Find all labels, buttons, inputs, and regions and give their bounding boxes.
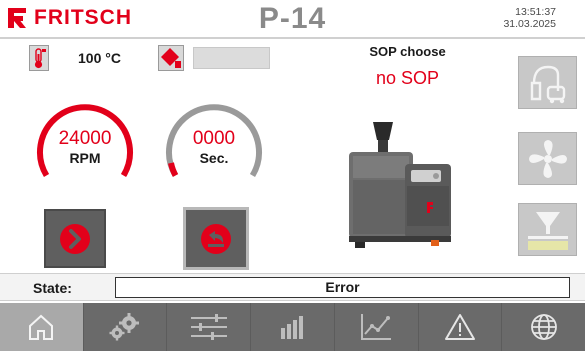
bar-chart-icon <box>280 316 303 339</box>
clock-date: 31.03.2025 <box>503 17 556 30</box>
nav-trends[interactable] <box>335 303 419 351</box>
time-gauge[interactable]: 0000 Sec. <box>159 97 269 207</box>
speed-unit: RPM <box>69 150 101 166</box>
state-label: State: <box>33 280 72 296</box>
funnel-button[interactable] <box>518 203 577 256</box>
clock-time: 13:51:37 <box>515 6 556 18</box>
machine-image <box>349 122 451 248</box>
fan-button[interactable] <box>518 132 577 185</box>
home-icon <box>29 314 54 340</box>
sop-selector[interactable]: no SOP <box>345 68 470 89</box>
time-value: 0000 <box>192 128 236 149</box>
temperature-value: 100 °C <box>78 50 121 66</box>
sop-label: SOP choose <box>369 44 446 59</box>
program-button[interactable] <box>183 207 249 270</box>
nav-settings[interactable] <box>84 303 168 351</box>
sliders-icon <box>190 314 227 340</box>
time-unit: Sec. <box>199 150 229 166</box>
start-button[interactable] <box>44 209 106 268</box>
return-arrow-icon <box>201 223 231 254</box>
nav-language[interactable] <box>502 303 585 351</box>
header-bar: FRITSCH P-14 13:51:37 31.03.2025 <box>0 0 585 39</box>
line-chart-icon <box>361 314 392 340</box>
clock: 13:51:37 31.03.2025 <box>503 6 556 30</box>
speed-value: 24000 <box>58 128 112 149</box>
funnel-sieve-icon <box>527 211 568 250</box>
nav-home[interactable] <box>0 303 84 351</box>
globe-icon <box>530 314 557 340</box>
vacuum-cleaner-icon <box>530 65 565 103</box>
status-field <box>193 47 270 69</box>
settings-gears-icon <box>109 313 140 341</box>
state-value: Error <box>115 277 570 298</box>
thermometer-icon <box>29 45 49 71</box>
warning-diamond-icon <box>158 45 184 71</box>
nav-alarms[interactable] <box>419 303 503 351</box>
state-row: State: Error <box>0 273 585 301</box>
fan-icon <box>528 139 567 178</box>
machine-title: P-14 <box>258 2 327 35</box>
play-circle-icon <box>60 223 90 254</box>
alert-triangle-icon <box>444 314 475 340</box>
vacuum-button[interactable] <box>518 56 577 109</box>
header-divider <box>0 37 585 39</box>
nav-parameters[interactable] <box>167 303 252 351</box>
nav-statistics[interactable] <box>251 303 335 351</box>
speed-gauge[interactable]: 24000 RPM <box>30 97 140 207</box>
bottom-navigation <box>0 303 585 351</box>
